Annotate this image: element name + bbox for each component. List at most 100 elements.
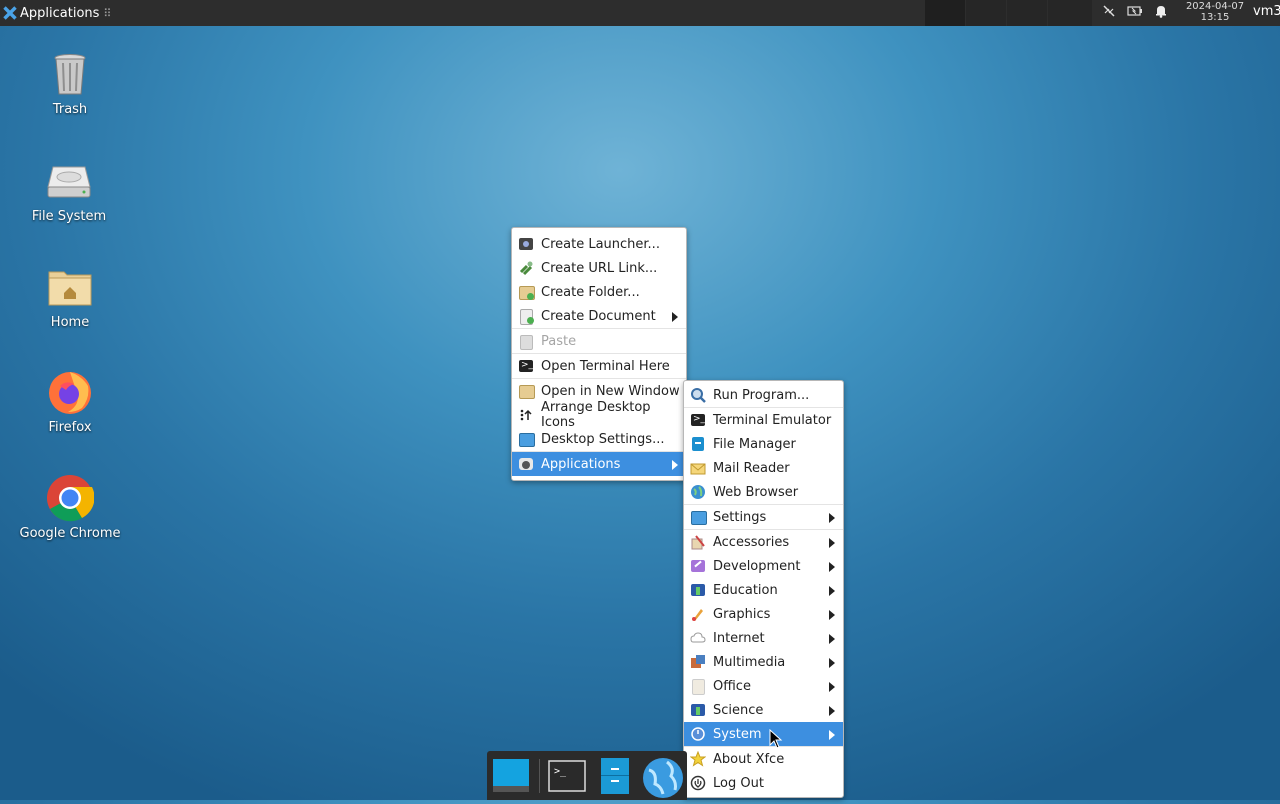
menu-item-label: Create Launcher... [541, 236, 660, 252]
desktop-icon-google-chrome[interactable]: Google Chrome [15, 474, 125, 541]
submenu-arrow-icon [829, 538, 835, 548]
mouse-pointer-icon [769, 729, 783, 749]
system-tray [1100, 0, 1170, 26]
menu-item-label: Run Program... [713, 387, 810, 403]
menu-item-graphics[interactable]: Graphics [684, 602, 843, 626]
system-icon [690, 726, 706, 742]
menu-item-internet[interactable]: Internet [684, 626, 843, 650]
applications-menu-button[interactable]: Applications ⠿ [0, 0, 115, 26]
web-browser-icon[interactable] [641, 756, 683, 798]
drive-icon [45, 157, 93, 205]
menu-item-log-out[interactable]: Log Out [684, 771, 843, 795]
menu-item-label: File Manager [713, 436, 796, 452]
menu-item-create-launcher[interactable]: Create Launcher... [512, 232, 686, 256]
menu-item-label: Education [713, 582, 778, 598]
menu-item-desktop-settings[interactable]: Desktop Settings... [512, 427, 686, 451]
menu-item-web-browser[interactable]: Web Browser [684, 480, 843, 504]
logout-icon [690, 775, 706, 791]
terminal-icon[interactable]: >_ [547, 756, 587, 796]
web-browser-icon [690, 484, 706, 500]
menu-item-label: Multimedia [713, 654, 786, 670]
workspace-2[interactable] [966, 0, 1006, 26]
submenu-arrow-icon [829, 513, 835, 523]
menu-item-label: System [713, 726, 762, 742]
menu-item-label: Internet [713, 630, 765, 646]
folder-icon [518, 383, 535, 399]
notification-bell-icon[interactable] [1152, 4, 1170, 22]
network-disconnected-icon[interactable] [1100, 4, 1118, 22]
menu-item-create-folder[interactable]: Create Folder... [512, 280, 686, 304]
folder-new-icon [518, 284, 535, 300]
paste-icon [518, 333, 534, 350]
launcher-icon [518, 236, 534, 252]
menu-item-applications[interactable]: Applications [512, 452, 686, 476]
menu-item-development[interactable]: Development [684, 554, 843, 578]
menu-item-office[interactable]: Office [684, 674, 843, 698]
menu-item-label: Accessories [713, 534, 790, 550]
menu-item-accessories[interactable]: Accessories [684, 530, 843, 554]
menu-item-settings[interactable]: Settings [684, 505, 843, 529]
submenu-arrow-icon [829, 562, 835, 572]
desktop-icon-firefox[interactable]: Firefox [15, 368, 125, 435]
desktop-settings-icon [518, 431, 535, 447]
home-folder-icon [46, 263, 94, 311]
link-icon [518, 260, 534, 276]
clock-date: 2024-04-07 [1185, 1, 1245, 12]
dock-separator [539, 759, 540, 793]
submenu-arrow-icon [829, 610, 835, 620]
menu-item-label: Web Browser [713, 484, 799, 500]
xfce-logo-icon [3, 6, 17, 20]
menu-item-arrange-desktop-icons[interactable]: Arrange Desktop Icons [512, 400, 686, 430]
development-icon [690, 558, 706, 574]
user-menu[interactable]: vm3 [1253, 0, 1280, 26]
workspace-3[interactable] [1007, 0, 1047, 26]
submenu-arrow-icon [829, 730, 835, 740]
desktop-icon-label: Firefox [48, 420, 92, 435]
workspace-4[interactable] [1048, 0, 1092, 26]
applications-label: Applications [20, 5, 100, 21]
menu-item-science[interactable]: Science [684, 698, 843, 722]
submenu-arrow-icon [829, 634, 835, 644]
menu-item-run-program[interactable]: Run Program... [684, 383, 843, 407]
menu-item-label: About Xfce [713, 751, 785, 767]
internet-icon [690, 630, 706, 646]
menu-item-system[interactable]: System [684, 722, 843, 746]
document-new-icon [518, 308, 534, 325]
clock[interactable]: 2024-04-07 13:15 [1184, 0, 1246, 27]
menu-item-education[interactable]: Education [684, 578, 843, 602]
applications-icon [518, 456, 534, 472]
about-star-icon [689, 750, 707, 767]
menu-item-create-url-link[interactable]: Create URL Link... [512, 256, 686, 280]
panel-handle-icon[interactable]: ⠿ [103, 7, 111, 20]
svg-text:>_: >_ [554, 766, 567, 777]
submenu-arrow-icon [829, 586, 835, 596]
menu-item-label: Applications [541, 456, 621, 472]
desktop-icon-home[interactable]: Home [15, 263, 125, 330]
chrome-icon [46, 474, 95, 522]
desktop-context-menu: Create Launcher... Create URL Link... Cr… [511, 227, 687, 481]
menu-item-about-xfce[interactable]: About Xfce [684, 747, 843, 771]
run-icon [690, 387, 706, 403]
applications-submenu: Run Program... >_ Terminal Emulator File… [683, 380, 844, 798]
desktop-icon-trash[interactable]: Trash [15, 50, 125, 117]
desktop-icon-label: Trash [52, 102, 88, 117]
desktop-icon-file-system[interactable]: File System [14, 157, 124, 224]
menu-item-label: Arrange Desktop Icons [541, 400, 651, 430]
menu-item-paste: Paste [512, 329, 686, 353]
file-manager-icon[interactable] [595, 756, 635, 796]
settings-icon [690, 509, 707, 525]
menu-item-label: Open in New Window [541, 383, 680, 399]
menu-item-terminal-emulator[interactable]: >_ Terminal Emulator [684, 408, 843, 432]
workspace-1[interactable] [925, 0, 965, 26]
menu-item-multimedia[interactable]: Multimedia [684, 650, 843, 674]
firefox-icon [46, 368, 94, 416]
battery-icon[interactable] [1126, 5, 1144, 21]
menu-item-label: Mail Reader [713, 460, 790, 476]
education-icon [690, 582, 706, 598]
menu-item-create-document[interactable]: Create Document [512, 304, 686, 328]
show-desktop-icon[interactable] [491, 756, 531, 796]
menu-item-mail-reader[interactable]: Mail Reader [684, 456, 843, 480]
menu-item-file-manager[interactable]: File Manager [684, 432, 843, 456]
menu-item-open-terminal-here[interactable]: >_ Open Terminal Here [512, 354, 686, 378]
terminal-icon: >_ [691, 414, 706, 426]
